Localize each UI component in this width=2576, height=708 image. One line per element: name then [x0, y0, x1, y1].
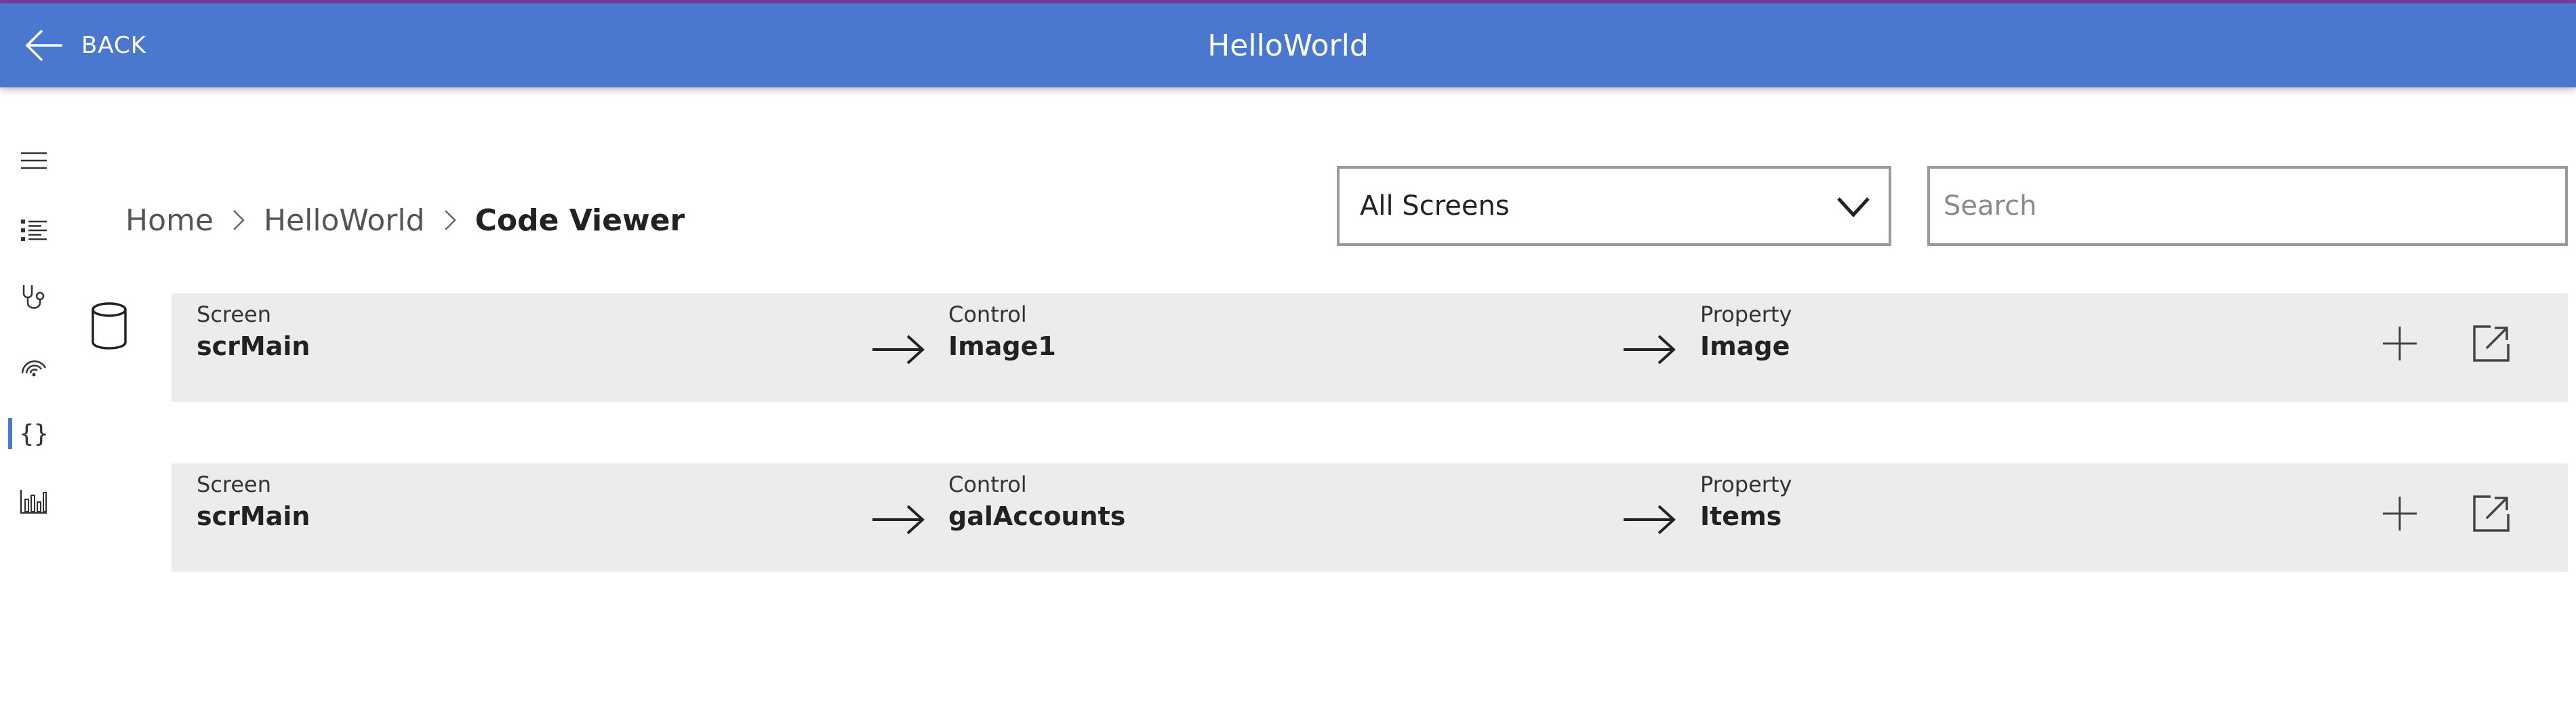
code-braces-icon: {} [19, 419, 49, 448]
breadcrumb-current: Code Viewer [475, 203, 685, 238]
active-indicator [8, 418, 12, 449]
back-button[interactable]: BACK [24, 24, 146, 67]
sidebar-item-health[interactable] [0, 274, 68, 322]
property-value: Items [1700, 501, 1782, 531]
screen-label: Screen [197, 301, 272, 327]
search-input[interactable] [1927, 166, 2568, 246]
plus-icon [2383, 497, 2417, 530]
screen-filter-select[interactable]: All Screens [1337, 166, 1891, 246]
open-external-button[interactable] [2464, 316, 2518, 371]
sidebar-item-code-viewer[interactable]: {} [0, 410, 68, 457]
plus-icon [2383, 327, 2417, 360]
sidebar-item-menu[interactable] [0, 137, 68, 184]
back-label: BACK [81, 32, 147, 59]
menu-icon [21, 152, 47, 169]
property-label: Property [1700, 472, 1792, 497]
stethoscope-icon [22, 285, 45, 309]
open-external-button[interactable] [2464, 486, 2518, 541]
open-external-icon [2473, 495, 2510, 532]
add-button[interactable] [2373, 486, 2427, 541]
sidebar-item-analytics[interactable] [0, 478, 68, 525]
table-row[interactable]: Screen scrMain Control galAccounts Prope… [172, 463, 2568, 572]
screen-label: Screen [197, 472, 272, 497]
bar-chart-icon [20, 490, 47, 514]
screen-value: scrMain [197, 501, 310, 531]
database-icon [92, 302, 127, 350]
add-button[interactable] [2373, 316, 2427, 371]
open-external-icon [2473, 325, 2510, 362]
property-label: Property [1700, 301, 1792, 327]
control-value: Image1 [948, 331, 1056, 361]
app-title: HelloWorld [1207, 28, 1369, 63]
screen-filter-value: All Screens [1360, 190, 1510, 222]
control-label: Control [948, 301, 1027, 327]
control-value: galAccounts [948, 501, 1126, 531]
property-value: Image [1700, 331, 1790, 361]
table-row[interactable]: Screen scrMain Control Image1 Property I… [172, 293, 2568, 402]
breadcrumb: Home HelloWorld Code Viewer [125, 200, 685, 241]
control-label: Control [948, 472, 1027, 497]
app-header: HelloWorld BACK [0, 3, 2576, 87]
arrow-right-icon [1624, 335, 1676, 365]
arrow-right-icon [872, 505, 925, 535]
chevron-down-icon [1837, 197, 1870, 217]
arrow-right-icon [1624, 505, 1676, 535]
screen-value: scrMain [197, 331, 310, 361]
chevron-right-icon [233, 210, 245, 230]
arrow-right-icon [872, 335, 925, 365]
sidebar-item-list[interactable] [0, 207, 68, 254]
monitor-icon [21, 360, 47, 377]
chevron-right-icon [444, 210, 456, 230]
arrow-left-icon [25, 29, 62, 62]
sidebar-item-monitor[interactable] [0, 342, 68, 390]
breadcrumb-app[interactable]: HelloWorld [264, 203, 425, 238]
breadcrumb-home[interactable]: Home [125, 203, 214, 238]
list-icon [21, 220, 47, 241]
